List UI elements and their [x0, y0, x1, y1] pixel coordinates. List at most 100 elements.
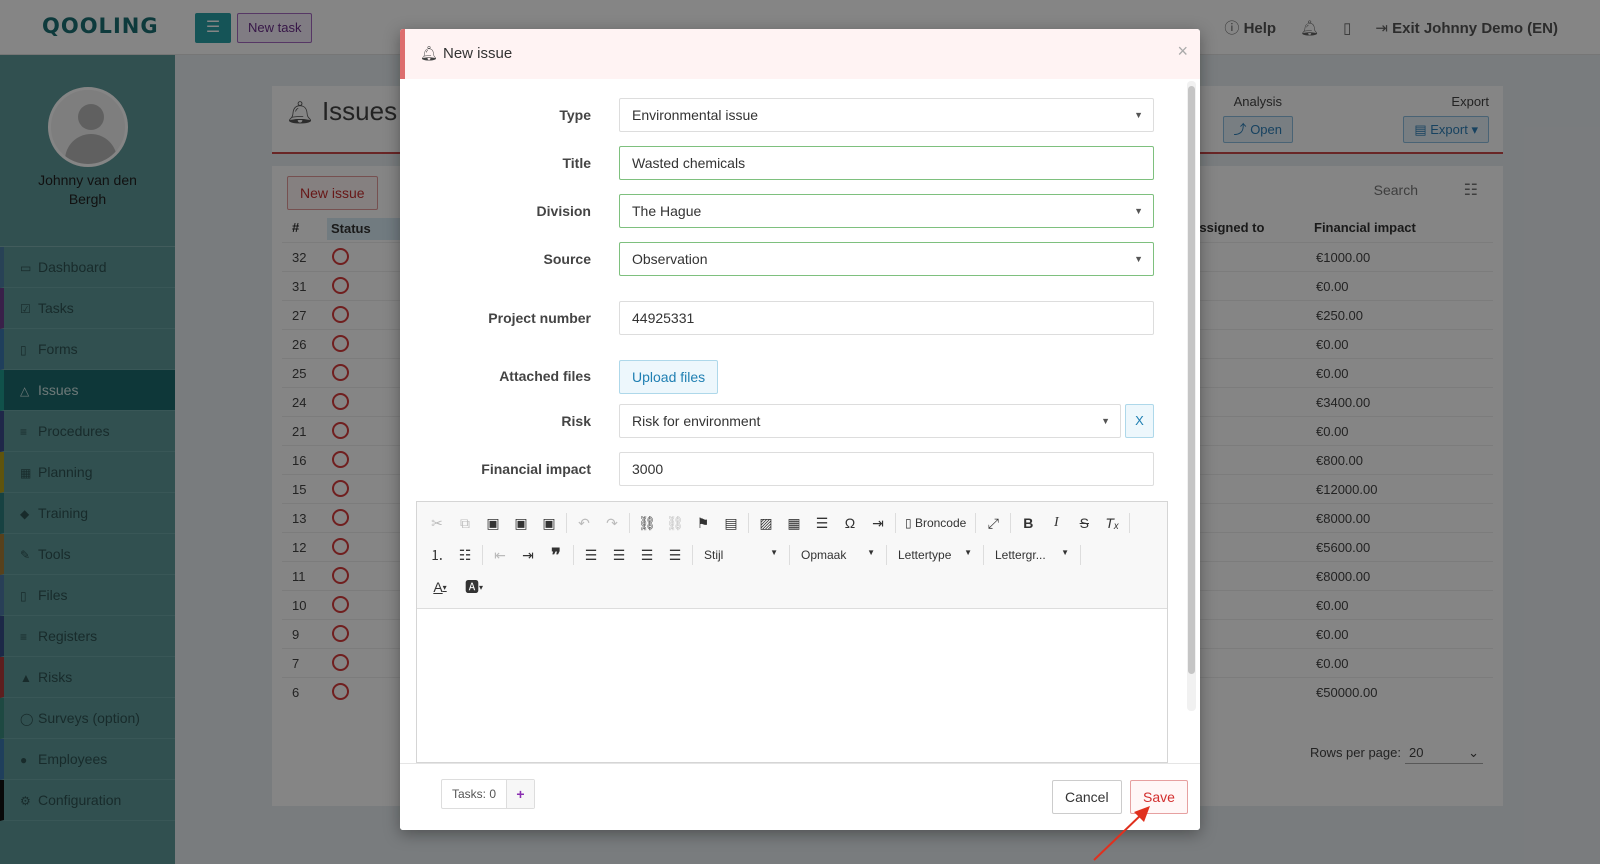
link-icon[interactable]: ⛓	[633, 510, 661, 536]
division-value: The Hague	[632, 203, 702, 219]
page-break-icon[interactable]: ▤	[717, 510, 745, 536]
indent-icon[interactable]: ⇥	[514, 542, 542, 568]
toolbar-separator	[895, 513, 896, 533]
style-dropdown-label: Stijl	[704, 548, 724, 562]
toolbar-separator	[566, 513, 567, 533]
financial-impact-value: 3000	[632, 461, 664, 477]
paste-text-icon[interactable]: ▣	[507, 510, 535, 536]
paste-word-icon[interactable]: ▣	[535, 510, 563, 536]
align-justify-icon[interactable]: ☰	[661, 542, 689, 568]
copy-icon[interactable]: ⧉	[451, 510, 479, 536]
tasks-group: Tasks: 0 +	[441, 779, 536, 809]
project-number-input[interactable]: 44925331	[619, 301, 1154, 335]
attached-files-label: Attached files	[499, 368, 591, 384]
paste-icon[interactable]: ▣	[479, 510, 507, 536]
modal-header: 🔔︎ New issue ×	[400, 29, 1200, 79]
project-number-value: 44925331	[632, 310, 695, 326]
format-dropdown[interactable]: Opmaak ▼	[793, 548, 883, 562]
upload-files-button[interactable]: Upload files	[619, 360, 719, 394]
remove-format-icon[interactable]: Tₓ	[1098, 510, 1126, 536]
toolbar-separator	[482, 545, 483, 565]
caret-down-icon: ▼	[1101, 416, 1110, 426]
style-dropdown[interactable]: Stijl ▼	[696, 548, 786, 562]
project-number-label: Project number	[488, 310, 591, 326]
risk-value: Risk for environment	[632, 413, 761, 429]
bulleted-list-icon[interactable]: ☷	[451, 542, 479, 568]
horizontal-line-icon[interactable]: ☰	[808, 510, 836, 536]
font-size-dropdown-label: Lettergr...	[995, 548, 1046, 562]
scrollbar-thumb[interactable]	[1188, 86, 1195, 674]
toolbar-separator	[1080, 545, 1081, 565]
modal-footer: Tasks: 0 + Cancel Save	[400, 763, 1200, 830]
type-select[interactable]: Environmental issue ▼	[619, 98, 1154, 132]
modal-scrollbar[interactable]	[1187, 81, 1196, 711]
caret-down-icon: ▼	[1134, 110, 1143, 120]
toolbar-separator	[629, 513, 630, 533]
modal-title: New issue	[443, 45, 513, 62]
tasks-count-button[interactable]: Tasks: 0	[442, 780, 506, 808]
close-icon[interactable]: ×	[1177, 41, 1188, 62]
editor-toolbar: ✂ ⧉ ▣ ▣ ▣ ↶ ↷ ⛓ ⛓ ⚑ ▤ ▨ ▦ ☰ Ω ⇥ ▯ Bronco…	[417, 502, 1167, 609]
special-char-icon[interactable]: Ω	[836, 510, 864, 536]
add-task-icon[interactable]: +	[506, 780, 535, 808]
redo-icon[interactable]: ↷	[598, 510, 626, 536]
financial-impact-label: Financial impact	[481, 461, 591, 477]
table-icon[interactable]: ▦	[780, 510, 808, 536]
toolbar-separator	[692, 545, 693, 565]
bold-icon[interactable]: B	[1014, 510, 1042, 536]
italic-icon[interactable]: I	[1042, 510, 1070, 536]
blockquote-icon[interactable]: ❞	[542, 542, 570, 568]
align-left-icon[interactable]: ☰	[577, 542, 605, 568]
indent-block-icon[interactable]: ⇥	[864, 510, 892, 536]
title-input[interactable]: Wasted chemicals	[619, 146, 1154, 180]
align-right-icon[interactable]: ☰	[633, 542, 661, 568]
toolbar-separator	[1010, 513, 1012, 533]
annotation-arrow-icon	[1093, 806, 1150, 861]
risk-select[interactable]: Risk for environment ▼	[619, 404, 1121, 438]
font-size-dropdown[interactable]: Lettergr... ▼	[987, 548, 1077, 562]
toolbar-separator	[975, 513, 977, 533]
toolbar-separator	[983, 545, 984, 565]
text-color-icon[interactable]: A ▾	[423, 574, 457, 600]
type-value: Environmental issue	[632, 107, 759, 123]
document-icon: ▯	[905, 516, 912, 530]
image-icon[interactable]: ▨	[752, 510, 780, 536]
source-value: Observation	[632, 251, 708, 267]
risk-label: Risk	[561, 413, 591, 429]
outdent-icon[interactable]: ⇤	[486, 542, 514, 568]
editor-content-area[interactable]	[417, 609, 1167, 762]
anchor-flag-icon[interactable]: ⚑	[689, 510, 717, 536]
division-label: Division	[536, 203, 591, 219]
title-value: Wasted chemicals	[632, 155, 746, 171]
font-dropdown-label: Lettertype	[898, 548, 952, 562]
align-center-icon[interactable]: ☰	[605, 542, 633, 568]
numbered-list-icon[interactable]: ⒈	[423, 542, 451, 568]
financial-impact-input[interactable]: 3000	[619, 452, 1154, 486]
font-dropdown[interactable]: Lettertype ▼	[890, 548, 980, 562]
toolbar-separator	[573, 545, 574, 565]
caret-down-icon: ▼	[770, 548, 778, 557]
background-color-icon[interactable]: 🅰︎ ▾	[457, 574, 491, 600]
type-label: Type	[559, 107, 591, 123]
caret-down-icon: ▼	[1134, 206, 1143, 216]
risk-clear-button[interactable]: X	[1125, 404, 1154, 438]
maximize-icon[interactable]: ⤢	[979, 510, 1007, 536]
source-code-label: Broncode	[914, 516, 967, 530]
caret-down-icon: ▼	[1134, 254, 1143, 264]
toolbar-separator	[748, 513, 749, 533]
toolbar-separator	[789, 545, 790, 565]
strikethrough-icon[interactable]: S	[1070, 510, 1098, 536]
unlink-icon[interactable]: ⛓	[661, 510, 689, 536]
source-select[interactable]: Observation ▼	[619, 242, 1154, 276]
caret-down-icon: ▼	[1061, 548, 1069, 557]
source-label: Source	[543, 251, 591, 267]
rich-text-editor: ✂ ⧉ ▣ ▣ ▣ ↶ ↷ ⛓ ⛓ ⚑ ▤ ▨ ▦ ☰ Ω ⇥ ▯ Bronco…	[416, 501, 1168, 763]
toolbar-separator	[886, 545, 887, 565]
undo-icon[interactable]: ↶	[570, 510, 598, 536]
caret-down-icon: ▼	[964, 548, 972, 557]
bell-icon: 🔔︎	[420, 45, 438, 61]
source-code-button[interactable]: ▯ Broncode	[899, 516, 972, 530]
division-select[interactable]: The Hague ▼	[619, 194, 1154, 228]
cut-icon[interactable]: ✂	[423, 510, 451, 536]
new-issue-modal: 🔔︎ New issue × Type Environmental issue ▼…	[400, 29, 1200, 830]
